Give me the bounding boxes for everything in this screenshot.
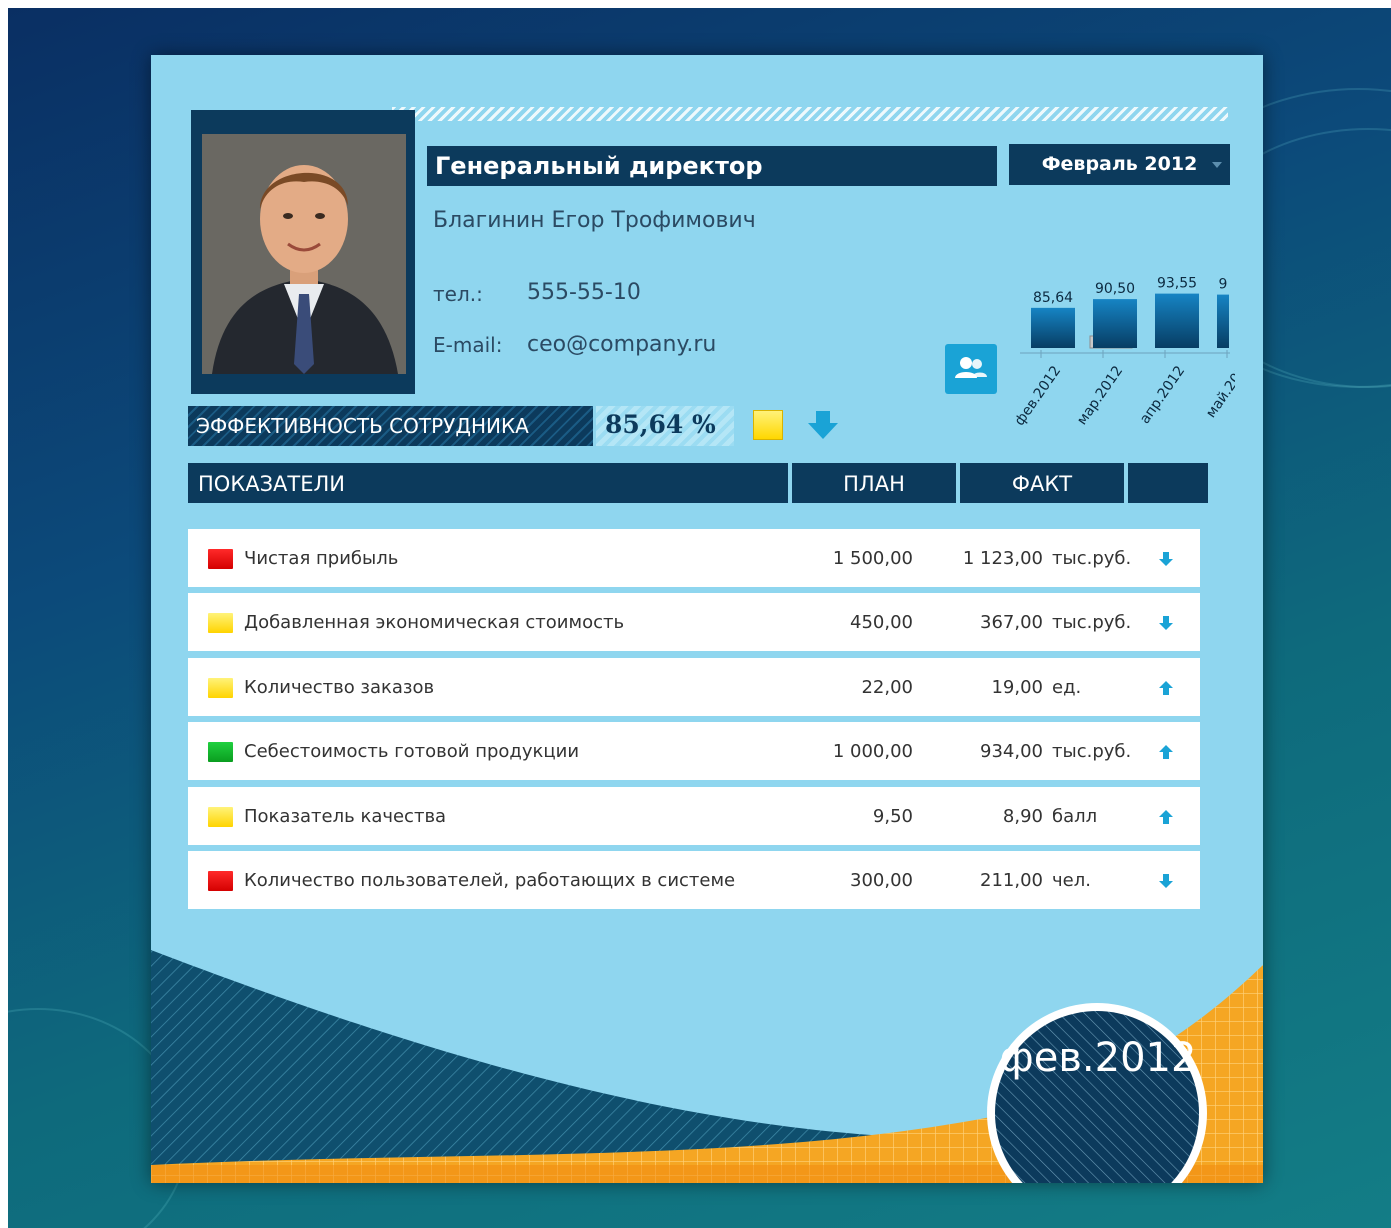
status-indicator	[208, 613, 233, 634]
chart-category-label: май.201	[1203, 363, 1235, 421]
plan-value: 300,00	[850, 870, 913, 891]
status-indicator	[208, 549, 233, 569]
current-period-label: фев.2012	[999, 1035, 1197, 1081]
chart-data-label: 93,55	[1157, 276, 1197, 292]
users-icon	[955, 357, 987, 378]
table-row[interactable]: Себестоимость готовой продукции 1 000,00 9…	[188, 722, 1200, 781]
arrow-down-icon	[1158, 551, 1174, 571]
chart-data-label: 90,50	[1095, 281, 1135, 297]
email-label: E-mail:	[433, 333, 503, 357]
arrow-up-icon	[1158, 680, 1174, 700]
column-header-indicators: ПОКАЗАТЕЛИ	[188, 463, 788, 503]
unit-label: чел.	[1052, 870, 1091, 891]
arrow-up-icon	[1158, 809, 1174, 829]
fact-value: 19,00	[991, 676, 1043, 698]
arrow-down-icon	[1158, 873, 1174, 893]
arrow-down-icon	[1158, 615, 1174, 635]
arrow-up-icon	[1158, 744, 1174, 764]
fact-value: 1 123,00	[962, 548, 1043, 569]
column-header-plan: ПЛАН	[792, 463, 956, 503]
chart-bar[interactable]	[1155, 293, 1199, 348]
employee-name: Благинин Егор Трофимович	[433, 208, 756, 233]
fact-value: 934,00	[980, 741, 1043, 763]
position-title: Генеральный директор	[427, 146, 997, 186]
month-selector[interactable]: Февраль 2012	[1009, 144, 1230, 185]
plan-value: 450,00	[850, 612, 913, 634]
fact-value: 367,00	[980, 612, 1043, 634]
arrow-down-icon	[807, 409, 839, 445]
indicator-name: Чистая прибыль	[244, 548, 399, 569]
chart-data-label: 9	[1219, 277, 1228, 293]
plan-value: 1 000,00	[832, 741, 913, 763]
unit-label: ед.	[1052, 676, 1082, 698]
status-indicator	[208, 871, 233, 891]
month-selector-value: Февраль 2012	[1041, 153, 1198, 175]
users-button[interactable]	[945, 344, 997, 394]
indicator-name: Количество заказов	[244, 676, 435, 698]
decorative-hatch-strip	[392, 107, 1228, 121]
unit-label: балл	[1052, 805, 1098, 827]
plan-value: 9,50	[872, 805, 913, 827]
chart-category-label: апр.2012	[1137, 363, 1188, 427]
chevron-down-icon	[1212, 162, 1222, 168]
efficiency-value: 85,64 %	[605, 410, 716, 439]
indicator-name: Количество пользователей, работающих в с…	[244, 870, 736, 891]
table-row[interactable]: Показатель качества 9,50 8,90 балл	[188, 786, 1200, 845]
tel-value: 555-55-10	[527, 280, 641, 305]
unit-label: тыс.руб.	[1052, 741, 1132, 763]
table-row[interactable]: Добавленная экономическая стоимость 450,0…	[188, 593, 1200, 652]
efficiency-history-chart: 85,64 фев.2012 90,50 мар.2012 93,55 апр.2012 9…	[1012, 276, 1235, 429]
status-indicator	[208, 677, 233, 698]
chart-category-label: мар.2012	[1074, 363, 1126, 428]
table-row[interactable]: Количество пользователей, работающих в с…	[188, 851, 1200, 909]
unit-label: тыс.руб.	[1052, 548, 1132, 569]
plan-value: 1 500,00	[832, 548, 913, 569]
column-header-trend	[1128, 463, 1208, 503]
status-indicator	[208, 742, 233, 763]
employee-photo	[202, 134, 406, 374]
chart-bar[interactable]	[1093, 299, 1137, 348]
fact-value: 8,90	[1002, 805, 1043, 827]
indicator-name: Себестоимость готовой продукции	[244, 741, 580, 763]
chart-bar[interactable]	[1031, 307, 1075, 348]
table-row[interactable]: Чистая прибыль 1 500,00 1 123,00 тыс.руб.	[188, 529, 1200, 587]
email-value[interactable]: ceo@company.ru	[527, 332, 716, 357]
tel-label: тел.:	[433, 282, 483, 306]
efficiency-status-indicator	[753, 410, 783, 440]
chart-bar[interactable]	[1217, 294, 1229, 348]
indicator-name: Показатель качества	[244, 805, 447, 827]
plan-value: 22,00	[861, 676, 913, 698]
chart-category-label: фев.2012	[1012, 363, 1065, 429]
column-header-fact: ФАКТ	[960, 463, 1124, 503]
efficiency-label: ЭФФЕКТИВНОСТЬ СОТРУДНИКА	[188, 406, 593, 446]
indicator-name: Добавленная экономическая стоимость	[244, 612, 625, 634]
chart-data-label: 85,64	[1033, 290, 1073, 306]
table-row[interactable]: Количество заказов 22,00 19,00 ед.	[188, 657, 1200, 716]
unit-label: тыс.руб.	[1052, 612, 1132, 634]
person-portrait-icon	[202, 134, 406, 374]
fact-value: 211,00	[980, 870, 1043, 891]
status-indicator	[208, 806, 233, 827]
